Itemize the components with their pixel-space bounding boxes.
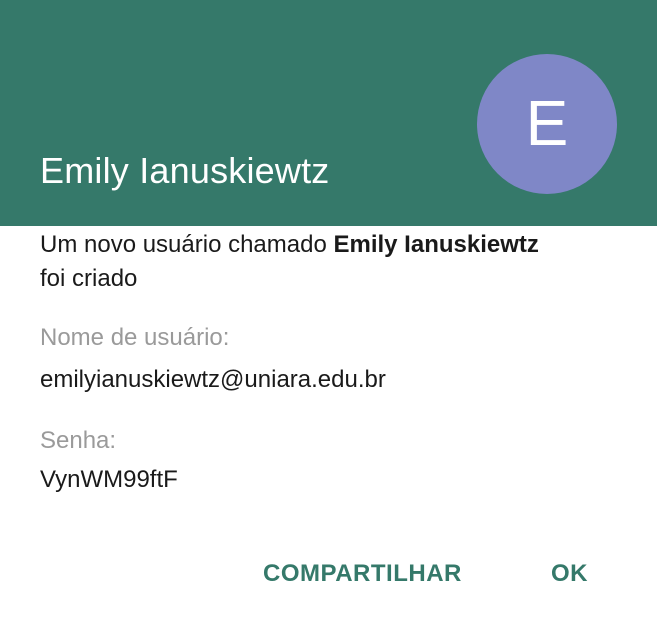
username-value: emilyianuskiewtz@uniara.edu.br xyxy=(40,366,386,393)
password-label: Senha: xyxy=(40,427,117,454)
dialog-title: Emily Ianuskiewtz xyxy=(40,150,330,191)
message-user-name: Emily Ianuskiewtz xyxy=(333,231,539,258)
message-prefix: Um novo usuário chamado xyxy=(40,231,334,258)
avatar-letter: E xyxy=(525,87,569,159)
password-value: VynWM99ftF xyxy=(40,466,178,493)
ok-button[interactable]: OK xyxy=(551,560,588,588)
dialog-header: Emily Ianuskiewtz E xyxy=(0,0,657,226)
user-created-dialog: Emily Ianuskiewtz E Um novo usuário cham… xyxy=(0,0,657,625)
creation-message: Um novo usuário chamado Emily Ianuskiewt… xyxy=(40,228,630,296)
share-button[interactable]: COMPARTILHAR xyxy=(263,560,462,588)
message-suffix: foi criado xyxy=(40,265,138,292)
avatar: E xyxy=(477,54,617,194)
username-label: Nome de usuário: xyxy=(40,324,230,351)
